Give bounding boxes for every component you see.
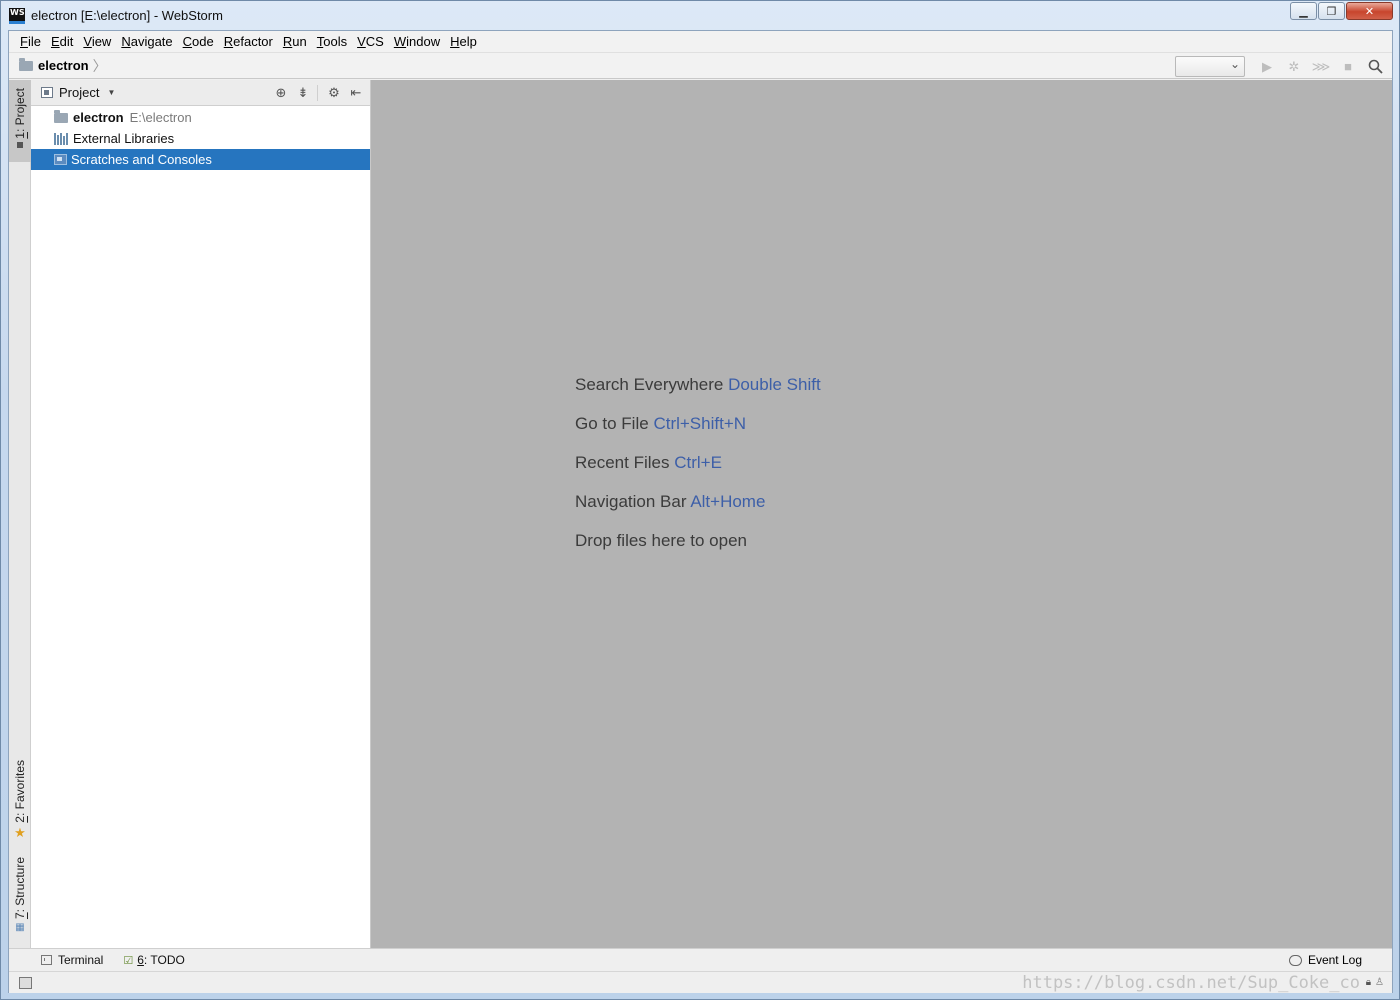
tab-project-label: 1: Project: [13, 88, 27, 139]
tree-item-label: electron: [73, 110, 124, 125]
project-panel-header: Project ▼ ⊕ ⇟ ⚙ ⇤: [31, 80, 370, 106]
editor-area[interactable]: Search Everywhere Double Shift Go to Fil…: [371, 80, 1392, 948]
project-view-icon: [41, 87, 53, 98]
tree-item-path: E:\electron: [129, 110, 192, 125]
breadcrumb-label: electron: [38, 58, 89, 73]
menu-view[interactable]: View: [78, 34, 116, 49]
terminal-icon: [41, 955, 52, 965]
project-tool-window: Project ▼ ⊕ ⇟ ⚙ ⇤ electron E:\electron E…: [31, 80, 371, 948]
tree-item-label: Scratches and Consoles: [71, 152, 212, 167]
project-tab-icon: [17, 141, 23, 148]
tab-favorites[interactable]: 2: Favorites ★: [9, 760, 31, 845]
lock-icon[interactable]: 🔒︎: [1366, 977, 1371, 988]
tree-item-electron[interactable]: electron E:\electron: [31, 107, 370, 128]
breadcrumb-separator: 〉: [92, 57, 107, 74]
menu-refactor[interactable]: Refactor: [219, 34, 278, 49]
hint-recent-files: Recent Files Ctrl+E: [575, 453, 722, 472]
ide-window: WS electron [E:\electron] - WebStorm ▁ ❐…: [0, 0, 1400, 1000]
window-controls: ▁ ❐ ✕: [1289, 2, 1393, 20]
hint-drop-files: Drop files here to open: [575, 531, 747, 550]
status-icons: 🔒︎ ♙: [1366, 977, 1384, 988]
menu-file[interactable]: File: [15, 34, 46, 49]
project-view-selector[interactable]: Project: [59, 85, 99, 100]
menu-help[interactable]: Help: [445, 34, 482, 49]
coverage-icon[interactable]: ⋙: [1310, 57, 1332, 77]
maximize-button[interactable]: ❐: [1318, 2, 1345, 20]
menu-bar: File Edit View Navigate Code Refactor Ru…: [9, 31, 1392, 53]
star-icon: ★: [14, 824, 26, 840]
inspector-icon[interactable]: ♙: [1375, 977, 1384, 988]
locate-icon[interactable]: ⊕: [271, 83, 291, 103]
close-button[interactable]: ✕: [1346, 2, 1393, 20]
run-icon[interactable]: ▶: [1256, 57, 1278, 77]
chevron-down-icon[interactable]: ▼: [107, 88, 115, 97]
hint-go-to-file: Go to File Ctrl+Shift+N: [575, 414, 747, 433]
tab-terminal[interactable]: Terminal: [41, 953, 103, 967]
structure-icon: ▦: [15, 922, 25, 934]
window-title: electron [E:\electron] - WebStorm: [31, 8, 223, 23]
left-tool-strip: 1: Project 2: Favorites ★ 7: Structure ▦: [9, 80, 31, 948]
toolbar-divider: [317, 85, 318, 101]
tab-todo-label: 6: TODO: [137, 953, 185, 967]
tree-item-label: External Libraries: [73, 131, 175, 146]
menu-edit[interactable]: Edit: [46, 34, 78, 49]
hint-search-everywhere: Search Everywhere Double Shift: [575, 375, 821, 394]
search-icon[interactable]: [1364, 57, 1386, 77]
status-bar: https://blog.csdn.net/Sup_Coke_co 🔒︎ ♙: [9, 971, 1392, 993]
menu-navigate[interactable]: Navigate: [116, 34, 177, 49]
tree-item-scratches[interactable]: Scratches and Consoles: [31, 149, 370, 170]
library-icon: [54, 132, 69, 145]
run-configuration-select[interactable]: [1175, 56, 1245, 77]
editor-empty-hints: Search Everywhere Double Shift Go to Fil…: [575, 375, 821, 570]
event-log-icon: [1288, 954, 1302, 966]
debug-icon[interactable]: ✲: [1283, 57, 1305, 77]
tab-structure-label: 7: Structure: [13, 857, 27, 920]
collapse-all-icon[interactable]: ⇟: [293, 83, 313, 103]
tab-todo[interactable]: ☑ 6: TODO: [123, 953, 184, 967]
folder-icon: [19, 57, 33, 71]
minimize-button[interactable]: ▁: [1290, 2, 1317, 20]
run-toolbar: ▶ ✲ ⋙ ■: [1175, 56, 1386, 77]
client-area: File Edit View Navigate Code Refactor Ru…: [8, 30, 1393, 993]
tab-project[interactable]: 1: Project: [9, 80, 31, 162]
navigation-bar: electron 〉 ▶ ✲ ⋙ ■: [9, 53, 1392, 79]
menu-window[interactable]: Window: [389, 34, 445, 49]
todo-icon: ☑: [123, 954, 134, 967]
menu-code[interactable]: Code: [178, 34, 219, 49]
stop-icon[interactable]: ■: [1337, 57, 1359, 77]
tree-item-external-libraries[interactable]: External Libraries: [31, 128, 370, 149]
menu-tools[interactable]: Tools: [312, 34, 352, 49]
tab-favorites-label: 2: Favorites: [13, 760, 27, 823]
tab-event-log[interactable]: Event Log: [1288, 953, 1362, 967]
tab-event-log-label: Event Log: [1307, 953, 1362, 967]
menu-vcs[interactable]: VCS: [352, 34, 389, 49]
title-bar: WS electron [E:\electron] - WebStorm ▁ ❐…: [1, 1, 1399, 30]
webstorm-logo-icon: WS: [9, 7, 25, 24]
scratch-icon: [54, 154, 67, 165]
breadcrumb[interactable]: electron 〉: [19, 56, 107, 76]
hint-navigation-bar: Navigation Bar Alt+Home: [575, 492, 766, 511]
gear-icon[interactable]: ⚙: [324, 83, 344, 103]
tab-structure[interactable]: 7: Structure ▦: [9, 857, 31, 942]
menu-run[interactable]: Run: [278, 34, 312, 49]
bottom-tool-bar: Terminal ☑ 6: TODO Event Log: [9, 948, 1392, 971]
toggle-tool-windows-icon[interactable]: [19, 976, 32, 989]
project-panel-tools: ⊕ ⇟ ⚙ ⇤: [269, 83, 366, 103]
project-tree: electron E:\electron External Libraries …: [31, 106, 370, 170]
folder-icon: [54, 109, 68, 123]
watermark: https://blog.csdn.net/Sup_Coke_co: [1022, 973, 1360, 993]
hide-panel-icon[interactable]: ⇤: [346, 83, 366, 103]
tab-terminal-label: Terminal: [58, 953, 104, 967]
